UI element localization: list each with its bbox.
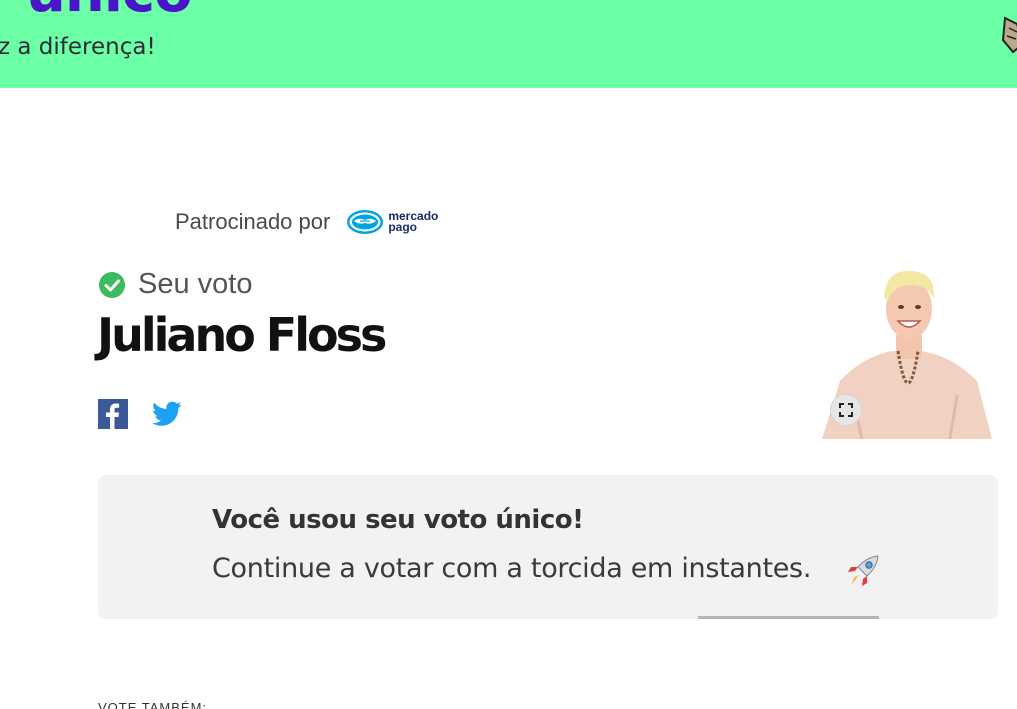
notice-message: Continue a votar com a torcida em instan… <box>212 553 812 584</box>
mercado-pago-logo[interactable]: mercado pago <box>346 209 438 235</box>
vote-status: Seu voto <box>98 268 252 301</box>
sponsor-label: Patrocinado por <box>175 209 331 234</box>
banner-subtitle: z a diferença! <box>0 34 156 60</box>
banner-title: único <box>26 0 193 25</box>
facebook-icon[interactable] <box>98 399 128 429</box>
vote-status-label: Seu voto <box>138 268 253 300</box>
notice-box: Você usou seu voto único! Continue a vot… <box>98 475 998 619</box>
rocket-icon <box>848 555 879 586</box>
vote-also-heading: VOTE TAMBÉM: <box>98 700 208 709</box>
sponsor: Patrocinado por mercado pago <box>175 207 438 237</box>
page: único z a diferença! Patrocinado por mer… <box>0 0 1017 709</box>
expand-icon <box>839 403 853 417</box>
candidate-name: Juliano Floss <box>97 308 387 362</box>
twitter-icon[interactable] <box>152 401 182 427</box>
notice-title: Você usou seu voto único! <box>212 505 584 535</box>
logo-line2: pago <box>388 220 417 234</box>
share-buttons <box>98 399 182 429</box>
handshake-icon <box>347 210 384 234</box>
notice-progress-line <box>698 616 879 619</box>
check-circle-icon <box>99 271 125 298</box>
expand-photo-button[interactable] <box>830 394 862 426</box>
banner-decoration-icon <box>1001 16 1017 54</box>
top-banner: único z a diferença! <box>0 0 1017 88</box>
